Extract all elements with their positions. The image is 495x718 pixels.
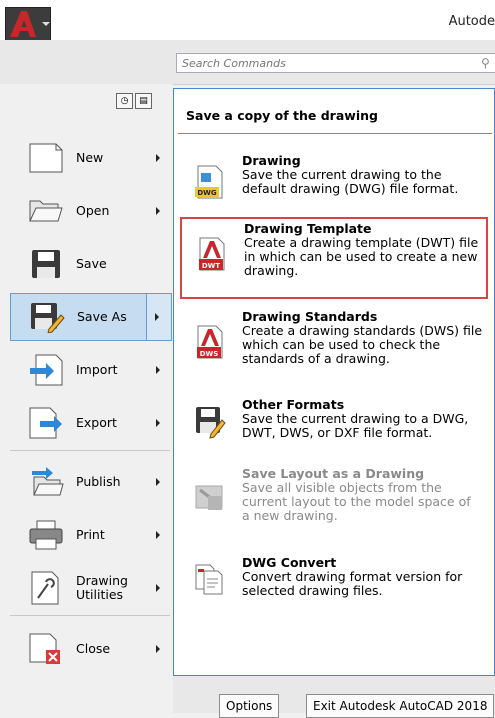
option-title: Other Formats [242, 397, 345, 412]
menu-item-label: Export [76, 415, 117, 430]
option-drawing-standards[interactable]: DWS Drawing Standards Create a drawing s… [180, 307, 488, 387]
option-title: Drawing Template [244, 221, 372, 236]
save-as-icon [25, 299, 69, 335]
search-bar: ⚲ [0, 40, 495, 85]
submenu-arrow-icon[interactable] [155, 313, 159, 321]
save-layout-icon [195, 485, 223, 510]
publish-icon [24, 464, 68, 500]
menu-item-label: Save [76, 256, 107, 271]
menu-item-label: Close [76, 641, 111, 656]
close-file-icon [24, 631, 68, 667]
submenu-arrow-icon[interactable] [156, 207, 160, 215]
drawing-utilities-icon [24, 570, 68, 606]
option-title: Drawing Standards [242, 309, 378, 324]
search-commands-input[interactable] [176, 53, 495, 73]
submenu-arrow-icon[interactable] [156, 531, 160, 539]
dwt-file-icon: DWT [199, 237, 225, 271]
menu-item-new[interactable]: New [10, 134, 172, 182]
dwg-badge: DWG [197, 189, 217, 197]
menu-item-label: Print [76, 527, 105, 542]
option-save-layout-as-drawing: Save Layout as a Drawing Save all visibl… [180, 464, 488, 544]
option-description: Save all visible objects from the curren… [242, 480, 471, 523]
menu-item-drawing-utilities[interactable]: Drawing Utilities [10, 564, 172, 612]
menu-item-open[interactable]: Open [10, 187, 172, 235]
submenu-arrow-icon[interactable] [156, 419, 160, 427]
options-button[interactable]: Options [219, 694, 280, 718]
menu-item-export[interactable]: Export [10, 399, 172, 447]
submenu-arrow-icon[interactable] [156, 645, 160, 653]
option-drawing-template[interactable]: DWT Drawing Template Create a drawing te… [180, 217, 488, 299]
menu-item-import[interactable]: Import [10, 346, 172, 394]
option-title: DWG Convert [242, 555, 337, 570]
recent-documents-toolbar: ◷ ▤ [116, 92, 154, 109]
footer-bar: Options Exit Autodesk AutoCAD 2018 [173, 676, 495, 718]
option-dwg-convert[interactable]: DWG Convert Convert drawing format versi… [180, 553, 488, 613]
new-file-icon [24, 140, 68, 176]
search-icon[interactable]: ⚲ [481, 56, 490, 70]
menu-item-publish[interactable]: Publish [10, 458, 172, 506]
floppy-pencil-icon [196, 407, 226, 439]
option-description: Create a drawing standards (DWS) file wh… [242, 323, 483, 366]
dws-file-icon: DWS [197, 325, 223, 359]
menu-item-label: Drawing Utilities [76, 573, 128, 602]
printer-icon [24, 517, 68, 553]
application-menu-pane: ◷ ▤ New Open Save Save As Import Export … [0, 84, 173, 713]
menu-item-label: Import [76, 362, 118, 377]
application-menu-button[interactable] [5, 7, 51, 41]
floppy-disk-icon [24, 246, 68, 282]
dwt-badge: DWT [202, 262, 221, 270]
option-title: Save Layout as a Drawing [242, 466, 425, 481]
open-folder-icon [24, 193, 68, 229]
header-divider [178, 133, 492, 134]
option-description: Save the current drawing to a DWG, DWT, … [242, 411, 469, 440]
title-bar: Autode [0, 0, 495, 41]
panel-header: Save a copy of the drawing [186, 108, 378, 123]
option-description: Create a drawing template (DWT) file in … [244, 235, 479, 278]
chevron-down-icon [42, 22, 50, 26]
option-description: Convert drawing format version for selec… [242, 569, 463, 598]
autocad-logo-icon [10, 11, 36, 37]
option-drawing[interactable]: DWG Drawing Save the current drawing to … [180, 151, 488, 209]
submenu-arrow-icon[interactable] [156, 584, 160, 592]
window-title: Autode [448, 14, 495, 29]
dws-badge: DWS [200, 350, 219, 358]
save-as-submenu-panel: Save a copy of the drawing DWG Drawing S… [173, 88, 495, 676]
option-title: Drawing [242, 153, 301, 168]
dwg-file-icon: DWG [195, 165, 223, 199]
menu-item-label: Open [76, 203, 110, 218]
option-other-formats[interactable]: Other Formats Save the current drawing t… [180, 395, 488, 455]
menu-separator [10, 615, 170, 616]
menu-item-print[interactable]: Print [10, 511, 172, 559]
menu-item-label: New [76, 150, 104, 165]
submenu-arrow-icon[interactable] [156, 366, 160, 374]
option-description: Save the current drawing to the default … [242, 167, 459, 196]
recent-documents-icon[interactable]: ◷ [116, 93, 133, 109]
submenu-arrow-icon[interactable] [156, 478, 160, 486]
export-icon [24, 405, 68, 441]
menu-item-label: Save As [77, 309, 127, 324]
menu-item-save-as[interactable]: Save As [10, 293, 172, 341]
import-icon [24, 352, 68, 388]
menu-item-close[interactable]: Close [10, 625, 172, 673]
submenu-arrow-icon[interactable] [156, 154, 160, 162]
open-documents-icon[interactable]: ▤ [135, 93, 152, 109]
menu-item-save[interactable]: Save [10, 240, 172, 288]
menu-separator [10, 450, 170, 451]
exit-autocad-button[interactable]: Exit Autodesk AutoCAD 2018 [306, 694, 495, 718]
dwg-convert-icon [195, 564, 223, 595]
menu-item-label: Publish [76, 474, 121, 489]
